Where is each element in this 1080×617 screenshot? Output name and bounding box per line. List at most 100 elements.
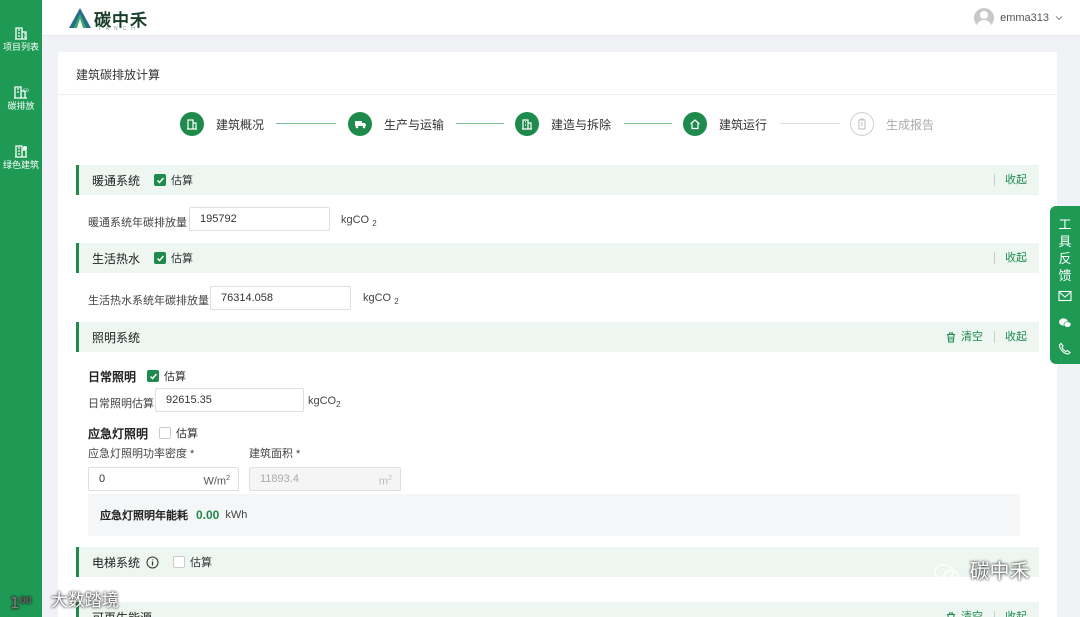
estimate-checkbox[interactable]: 估算 — [159, 425, 198, 441]
mail-icon[interactable] — [1058, 290, 1072, 302]
building-area-input[interactable]: 11893.4 m2 — [249, 467, 401, 491]
report-icon — [850, 112, 874, 136]
sidebar-item-carbon[interactable]: CO2 碳排放 — [0, 85, 42, 112]
section-hot-water: 生活热水 估算 收起 — [76, 243, 1039, 273]
step-label: 建筑概况 — [216, 117, 265, 132]
emergency-lighting-title: 应急灯照明 — [88, 427, 149, 441]
checkbox-label: 估算 — [190, 557, 213, 569]
section-hvac: 暖通系统 估算 收起 — [76, 165, 1039, 195]
page-title: 建筑碳排放计算 — [76, 68, 161, 82]
phone-icon[interactable] — [1058, 342, 1071, 355]
watermark-logo-icon: 1⁰⁰ — [10, 593, 32, 612]
checkbox-unchecked-icon — [159, 427, 171, 439]
unit-label: kgCO 2 — [363, 292, 399, 307]
section-title: 生活热水 — [92, 251, 141, 266]
power-density-input[interactable]: 0 W/m2 — [88, 467, 239, 491]
field-label: 日常照明估算 — [88, 398, 154, 410]
sidebar-item-label: 绿色建筑 — [2, 160, 39, 170]
watermark-left: 1⁰⁰ 大数踏境 — [10, 591, 119, 612]
hot-water-emission-input[interactable]: 76314.058 — [210, 286, 351, 310]
main-card: 建筑碳排放计算 建筑概况 生产与运输 建造与拆除 建筑运行 生成报告 暖通系统 … — [58, 52, 1057, 617]
logo-mark-icon — [69, 8, 91, 28]
collapse-button[interactable]: 收起 — [994, 252, 1027, 264]
step-label: 生产与运输 — [384, 117, 445, 132]
step-production-transport[interactable]: 生产与运输 — [348, 112, 444, 136]
step-connector — [456, 123, 504, 124]
sidebar-item-label: 碳排放 — [7, 101, 35, 111]
daily-lighting-input[interactable]: 92615.35 — [155, 388, 304, 412]
svg-text:CO2: CO2 — [23, 88, 29, 93]
checkbox-checked-icon — [154, 174, 167, 186]
section-title: 暖通系统 — [92, 173, 141, 188]
unit-label: W/m2 — [203, 475, 230, 488]
checkbox-checked-icon — [154, 252, 167, 264]
section-elevator: 电梯系统 估算 — [76, 547, 1039, 577]
estimate-checkbox[interactable]: 估算 — [154, 250, 193, 266]
section-title: 照明系统 — [92, 330, 141, 345]
co2-building-icon: CO2 — [14, 86, 29, 99]
trash-icon — [947, 612, 955, 617]
svg-text:1⁰⁰: 1⁰⁰ — [10, 594, 32, 612]
divider — [58, 94, 1057, 95]
wechat-watermark-icon — [934, 563, 959, 583]
step-label: 生成报告 — [886, 117, 935, 132]
field-label: 应急灯照明功率密度 * — [88, 448, 195, 460]
user-menu[interactable]: emma313 — [974, 8, 1064, 28]
checkbox-label: 估算 — [171, 253, 194, 265]
unit-label: kgCO2 — [308, 395, 341, 410]
clear-button[interactable]: 清空 — [946, 611, 983, 617]
building-icon — [15, 27, 27, 40]
checkbox-label: 估算 — [164, 371, 186, 383]
username: emma313 — [1000, 12, 1049, 24]
step-label: 建造与拆除 — [551, 117, 612, 132]
estimate-checkbox[interactable]: 估算 — [154, 172, 193, 188]
clear-button[interactable]: 清空 — [946, 331, 983, 343]
step-building-operation[interactable]: 建筑运行 — [683, 112, 767, 136]
section-renewable: 可再生能源 清空 收起 — [76, 602, 1039, 617]
collapse-button[interactable]: 收起 — [994, 611, 1027, 617]
logo[interactable]: 碳中禾 TANCH — [68, 4, 188, 32]
hvac-emission-input[interactable]: 195792 — [189, 207, 330, 231]
step-building-overview[interactable]: 建筑概况 — [180, 112, 264, 136]
estimate-checkbox[interactable]: 估算 — [173, 554, 212, 570]
building-icon — [180, 112, 204, 136]
truck-icon — [348, 112, 372, 136]
sidebar: 项目列表 CO2 碳排放 绿色建筑 — [0, 0, 42, 617]
step-label: 建筑运行 — [719, 117, 768, 132]
construction-icon — [515, 112, 539, 136]
avatar — [974, 8, 995, 28]
estimate-checkbox[interactable]: 估算 — [147, 368, 186, 384]
sidebar-item-label: 项目列表 — [2, 42, 39, 52]
energy-unit: kWh — [225, 509, 248, 521]
sidebar-item-green-building[interactable]: 绿色建筑 — [0, 144, 42, 171]
watermark-right: 碳中禾 — [933, 555, 1030, 584]
energy-label: 应急灯照明年能耗 — [100, 510, 188, 522]
step-construction-demolition[interactable]: 建造与拆除 — [515, 112, 611, 136]
field-label: 生活热水系统年碳排放量 — [88, 295, 209, 307]
collapse-button[interactable]: 收起 — [994, 331, 1027, 343]
collapse-button[interactable]: 收起 — [994, 174, 1027, 186]
step-connector — [780, 123, 840, 124]
tools-feedback-panel[interactable]: 工具反馈 — [1050, 206, 1080, 364]
step-connector — [276, 123, 336, 124]
section-title: 电梯系统 — [92, 555, 141, 570]
step-generate-report[interactable]: 生成报告 — [850, 112, 934, 136]
tools-feedback-label: 工具反馈 — [1058, 217, 1072, 283]
info-icon[interactable] — [146, 556, 159, 569]
emergency-energy-summary: 应急灯照明年能耗 0.00 kWh — [88, 494, 1020, 536]
unit-label: kgCO 2 — [341, 214, 377, 229]
logo-subtext: TANCH — [98, 26, 140, 32]
unit-label: m2 — [378, 475, 392, 488]
top-bar: 碳中禾 TANCH emma313 — [42, 0, 1080, 36]
trash-icon — [947, 332, 955, 342]
checkbox-unchecked-icon — [173, 556, 186, 568]
field-label: 暖通系统年碳排放量 — [88, 217, 187, 229]
wechat-icon[interactable] — [1058, 317, 1072, 329]
sidebar-item-projects[interactable]: 项目列表 — [0, 26, 42, 53]
green-building-icon — [15, 145, 27, 158]
daily-lighting-title: 日常照明 — [88, 370, 137, 384]
chevron-down-icon — [1055, 16, 1063, 21]
field-label: 建筑面积 * — [249, 448, 301, 460]
home-icon — [683, 112, 707, 136]
checkbox-label: 估算 — [176, 428, 198, 440]
